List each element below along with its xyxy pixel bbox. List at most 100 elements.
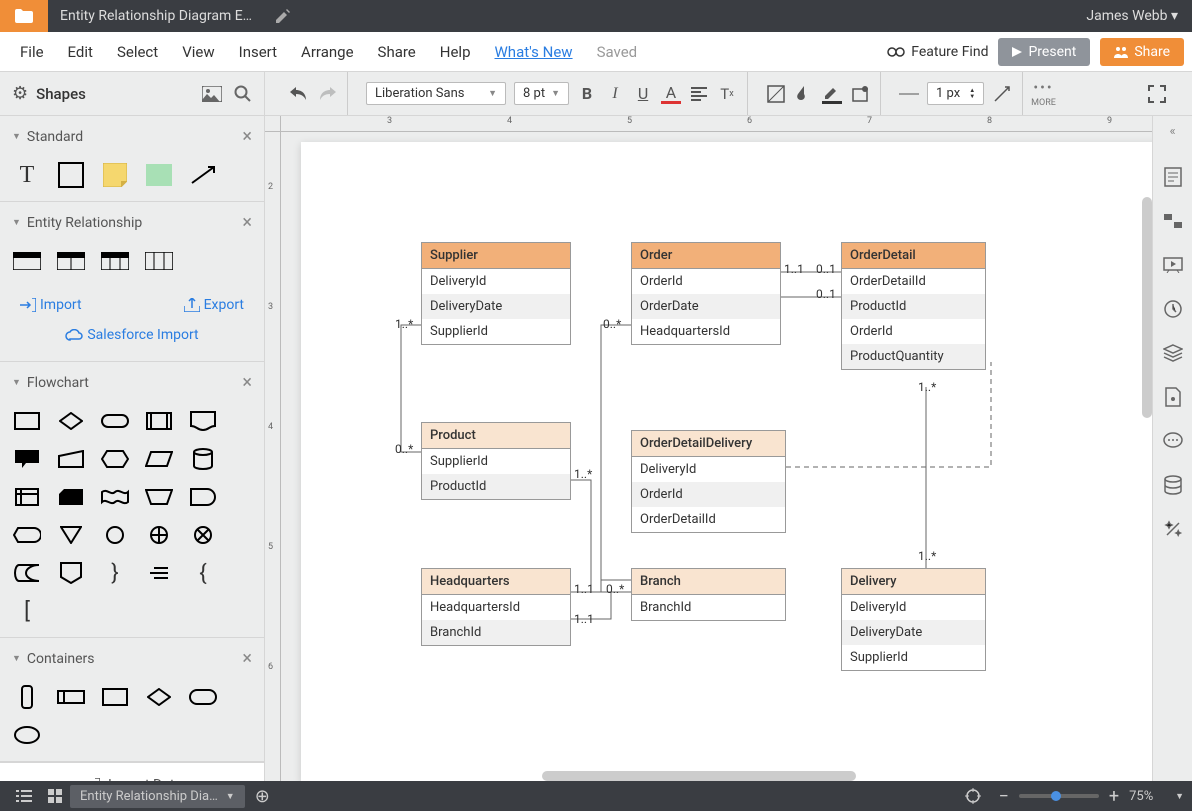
rail-magic-icon[interactable] bbox=[1162, 518, 1184, 540]
bold-icon[interactable]: B bbox=[577, 84, 597, 104]
add-page-icon[interactable]: ⊕ bbox=[245, 786, 280, 807]
menu-whats-new[interactable]: What's New bbox=[483, 43, 585, 61]
entity-product[interactable]: Product SupplierId ProductId bbox=[421, 422, 571, 500]
er-shape-1[interactable] bbox=[12, 249, 42, 273]
diagram-page[interactable]: Supplier DeliveryId DeliveryDate Supplie… bbox=[301, 142, 1152, 781]
folder-icon[interactable] bbox=[0, 0, 48, 32]
menu-file[interactable]: File bbox=[8, 43, 56, 61]
fc-parallelogram[interactable] bbox=[144, 447, 174, 471]
menu-insert[interactable]: Insert bbox=[227, 43, 289, 61]
rail-comment-icon[interactable] bbox=[1162, 210, 1184, 232]
align-icon[interactable] bbox=[689, 84, 709, 104]
fc-manual-input[interactable] bbox=[56, 447, 86, 471]
font-select[interactable]: Liberation Sans▼ bbox=[366, 82, 506, 105]
fc-delay-shape[interactable] bbox=[188, 485, 218, 509]
menu-edit[interactable]: Edit bbox=[56, 43, 105, 61]
fc-display[interactable] bbox=[12, 523, 42, 547]
fc-note[interactable] bbox=[144, 561, 174, 585]
fc-or[interactable] bbox=[188, 523, 218, 547]
close-icon[interactable]: × bbox=[242, 648, 252, 669]
scrollbar-horizontal[interactable] bbox=[542, 771, 856, 781]
entity-branch[interactable]: Branch BranchId bbox=[631, 568, 786, 621]
fc-predefined[interactable] bbox=[144, 409, 174, 433]
bb-list-icon[interactable] bbox=[8, 790, 40, 802]
user-menu[interactable]: James Webb ▾ bbox=[1072, 8, 1192, 24]
edit-title-icon[interactable] bbox=[268, 9, 298, 23]
rail-doc-info-icon[interactable] bbox=[1162, 386, 1184, 408]
stroke-width-select[interactable]: 1 px▲▼ bbox=[927, 82, 984, 105]
present-button[interactable]: Present bbox=[998, 38, 1090, 66]
rail-history-icon[interactable] bbox=[1162, 298, 1184, 320]
document-title[interactable]: Entity Relationship Diagram Exa… bbox=[48, 8, 268, 24]
line-style-icon[interactable] bbox=[899, 84, 919, 104]
shape-options-icon[interactable] bbox=[850, 84, 870, 104]
bb-grid-icon[interactable] bbox=[40, 789, 70, 803]
rail-page-icon[interactable] bbox=[1162, 166, 1184, 188]
fc-trapezoid[interactable] bbox=[144, 485, 174, 509]
close-icon[interactable]: × bbox=[242, 212, 252, 233]
fc-bracket[interactable]: [ bbox=[12, 599, 42, 623]
section-er-header[interactable]: ▼Entity Relationship × bbox=[0, 202, 264, 243]
zoom-dropdown-icon[interactable]: ▼ bbox=[1175, 791, 1184, 802]
share-button[interactable]: Share bbox=[1100, 38, 1184, 66]
menu-help[interactable]: Help bbox=[428, 43, 483, 61]
fc-document[interactable] bbox=[188, 409, 218, 433]
cont-6[interactable] bbox=[12, 723, 42, 747]
menu-share[interactable]: Share bbox=[366, 43, 428, 61]
fc-card[interactable] bbox=[56, 485, 86, 509]
menu-arrange[interactable]: Arrange bbox=[289, 43, 365, 61]
close-icon[interactable]: × bbox=[242, 126, 252, 147]
er-import[interactable]: Import bbox=[14, 293, 88, 317]
er-shape-2[interactable] bbox=[56, 249, 86, 273]
block-shape[interactable] bbox=[144, 163, 174, 187]
fc-diamond[interactable] bbox=[56, 409, 86, 433]
rail-database-icon[interactable] bbox=[1162, 474, 1184, 496]
page-tab[interactable]: Entity Relationship Dia…▼ bbox=[70, 785, 245, 808]
cont-2[interactable] bbox=[56, 685, 86, 709]
undo-icon[interactable] bbox=[289, 84, 309, 104]
note-shape[interactable] bbox=[100, 163, 130, 187]
canvas-area[interactable]: 3 4 5 6 7 8 9 2 3 4 5 6 7 bbox=[265, 116, 1152, 781]
rail-layers-icon[interactable] bbox=[1162, 342, 1184, 364]
cont-4[interactable] bbox=[144, 685, 174, 709]
entity-supplier[interactable]: Supplier DeliveryId DeliveryDate Supplie… bbox=[421, 242, 571, 345]
fc-connector[interactable] bbox=[100, 523, 130, 547]
menu-select[interactable]: Select bbox=[105, 43, 170, 61]
entity-orderdetail[interactable]: OrderDetail OrderDetailId ProductId Orde… bbox=[841, 242, 986, 370]
zoom-out-icon[interactable]: − bbox=[999, 786, 1009, 807]
rail-present-icon[interactable] bbox=[1162, 254, 1184, 276]
bb-target-icon[interactable] bbox=[957, 788, 989, 804]
rail-chat-icon[interactable] bbox=[1162, 430, 1184, 452]
font-size-select[interactable]: 8 pt▼ bbox=[514, 82, 569, 105]
fc-hexagon[interactable] bbox=[100, 447, 130, 471]
italic-icon[interactable]: I bbox=[605, 84, 625, 104]
text-shape[interactable]: T bbox=[12, 163, 42, 187]
er-salesforce[interactable]: Salesforce Import bbox=[14, 323, 250, 347]
zoom-slider[interactable] bbox=[1019, 794, 1099, 798]
er-shape-3[interactable] bbox=[100, 249, 130, 273]
fc-terminator[interactable] bbox=[100, 409, 130, 433]
fc-tape[interactable] bbox=[100, 485, 130, 509]
entity-orderdetaildelivery[interactable]: OrderDetailDelivery DeliveryId OrderId O… bbox=[631, 430, 786, 533]
clear-format-icon[interactable]: Tx bbox=[717, 84, 737, 104]
border-color-icon[interactable] bbox=[822, 84, 842, 104]
entity-delivery[interactable]: Delivery DeliveryId DeliveryDate Supplie… bbox=[841, 568, 986, 671]
search-icon[interactable] bbox=[234, 85, 252, 103]
text-color-icon[interactable]: A bbox=[661, 84, 681, 104]
fc-cylinder[interactable] bbox=[188, 447, 218, 471]
menu-view[interactable]: View bbox=[170, 43, 226, 61]
image-icon[interactable] bbox=[202, 86, 222, 102]
entity-order[interactable]: Order OrderId OrderDate HeadquartersId bbox=[631, 242, 781, 345]
fc-rect[interactable] bbox=[12, 409, 42, 433]
gear-icon[interactable]: ⚙ bbox=[12, 83, 28, 104]
fill-color-icon[interactable] bbox=[794, 84, 814, 104]
scrollbar-vertical[interactable] bbox=[1142, 197, 1152, 418]
er-export[interactable]: Export bbox=[178, 293, 250, 317]
underline-icon[interactable]: U bbox=[633, 84, 653, 104]
redo-icon[interactable] bbox=[317, 84, 337, 104]
rail-collapse-icon[interactable]: « bbox=[1169, 124, 1175, 144]
fc-merge[interactable] bbox=[56, 523, 86, 547]
zoom-level[interactable]: 75% bbox=[1129, 789, 1165, 804]
arrow-shape[interactable] bbox=[188, 163, 218, 187]
section-flowchart-header[interactable]: ▼Flowchart × bbox=[0, 362, 264, 403]
